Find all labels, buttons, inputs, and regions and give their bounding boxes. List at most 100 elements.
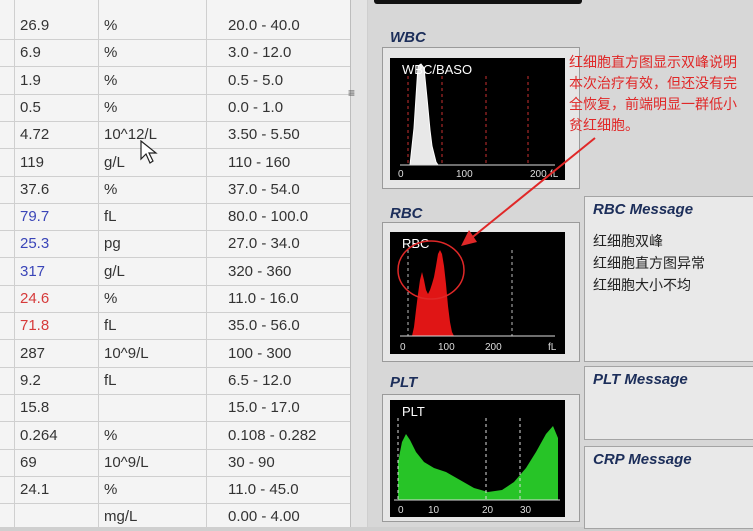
result-value: 119 <box>20 153 44 171</box>
reference-range: 11.0 - 45.0 <box>228 481 299 499</box>
table-row[interactable]: 287 10^9/L 100 - 300 <box>0 340 350 368</box>
plt-distribution <box>398 426 558 500</box>
plt-tick: 30 <box>520 505 532 516</box>
plt-histogram-label: PLT <box>402 404 425 419</box>
reference-range: 320 - 360 <box>228 262 292 280</box>
reference-range: 100 - 300 <box>228 344 292 362</box>
result-value: 79.7 <box>20 208 50 226</box>
result-value: 6.9 <box>20 44 41 62</box>
plt-section-title: PLT <box>390 374 418 391</box>
reference-range: 6.5 - 12.0 <box>228 371 292 389</box>
results-table: 26.9% 20.0 - 40.0 6.9% 3.0 - 12.0 1.9% 0.5 - … <box>0 0 350 531</box>
rbc-tick: 100 <box>438 342 455 353</box>
plt-tick: 10 <box>428 505 440 516</box>
annotation-text: 红细胞直方图显示双峰说明本次治疗有效，但还没有完全恢复，前端明显一群低小贫红细胞… <box>569 54 737 133</box>
result-value: 37.6 <box>20 180 50 198</box>
table-row[interactable]: 24.6% 11.0 - 16.0 <box>0 285 350 313</box>
rbc-unit: fL <box>548 342 557 353</box>
table-row[interactable]: 6.9% 3.0 - 12.0 <box>0 39 350 68</box>
table-row[interactable]: 4.72 10^12/L 3.50 - 5.50 <box>0 121 350 150</box>
table-row[interactable]: 9.2 fL 6.5 - 12.0 <box>0 367 350 395</box>
table-row[interactable]: 15.8 15.0 - 17.0 <box>0 394 350 423</box>
plt-histogram: PLT 0 10 20 30 <box>390 400 565 517</box>
reference-range: 27.0 - 34.0 <box>228 235 300 253</box>
result-unit: % <box>104 44 118 62</box>
reference-range: 30 - 90 <box>228 453 275 471</box>
result-value: 0.264 <box>20 426 58 444</box>
splitter-grip-icon[interactable]: ≡ <box>348 86 355 100</box>
mouse-cursor-icon <box>140 140 158 164</box>
table-row[interactable]: 0.264% 0.108 - 0.282 <box>0 422 350 450</box>
result-unit: % <box>104 290 118 307</box>
rbc-message-line: 红细胞大小不均 <box>593 277 691 293</box>
result-value: 9.2 <box>20 371 41 389</box>
reference-range: 11.0 - 16.0 <box>228 290 299 307</box>
wbc-distribution <box>404 63 439 166</box>
result-value: 26.9 <box>20 17 50 34</box>
result-unit: % <box>104 98 118 116</box>
table-row[interactable]: 37.6% 37.0 - 54.0 <box>0 176 350 204</box>
table-row[interactable]: 1.9% 0.5 - 5.0 <box>0 67 350 95</box>
result-value: 4.72 <box>20 126 50 144</box>
crp-message-title: CRP Message <box>593 451 692 468</box>
reference-range: 0.00 - 4.00 <box>228 508 300 526</box>
plt-message-title: PLT Message <box>593 371 688 388</box>
table-row[interactable]: 71.8 fL 35.0 - 56.0 <box>0 312 350 341</box>
table-scrollbar[interactable] <box>350 0 367 527</box>
result-unit: % <box>104 481 118 499</box>
reference-range: 0.0 - 1.0 <box>228 98 284 116</box>
table-row[interactable]: 69 10^9/L 30 - 90 <box>0 449 350 477</box>
wbc-section-title: WBC <box>390 29 426 46</box>
plt-message-box: PLT Message <box>584 366 753 440</box>
rbc-message-line: 红细胞直方图异常 <box>593 255 705 271</box>
result-unit: g/L <box>104 262 125 280</box>
rbc-tick: 200 <box>485 342 502 353</box>
reference-range: 3.0 - 12.0 <box>228 44 292 62</box>
result-unit: % <box>104 17 118 34</box>
reference-range: 3.50 - 5.50 <box>228 126 300 144</box>
reference-range: 15.0 - 17.0 <box>228 399 300 417</box>
rbc-message-box: RBC Message 红细胞双峰 红细胞直方图异常 红细胞大小不均 <box>584 196 753 362</box>
rbc-section-title: RBC <box>390 205 423 222</box>
reference-range: 80.0 - 100.0 <box>228 208 309 226</box>
table-row[interactable]: 24.1% 11.0 - 45.0 <box>0 476 350 505</box>
result-unit: fL <box>104 371 117 389</box>
top-frame <box>374 0 582 4</box>
result-value: 0.5 <box>20 98 41 116</box>
result-value: 71.8 <box>20 317 50 335</box>
reference-range: 35.0 - 56.0 <box>228 317 300 335</box>
plt-tick: 20 <box>482 505 494 516</box>
result-unit: % <box>104 71 118 89</box>
table-row[interactable]: 0.5% 0.0 - 1.0 <box>0 94 350 122</box>
table-row[interactable]: 317 g/L 320 - 360 <box>0 258 350 286</box>
rbc-tick: 0 <box>400 342 406 353</box>
result-value: 15.8 <box>20 399 50 417</box>
result-value: 1.9 <box>20 71 41 89</box>
rbc-message-title: RBC Message <box>593 201 694 218</box>
result-value: 69 <box>20 453 37 471</box>
crp-message-box: CRP Message <box>584 446 753 529</box>
result-unit: % <box>104 426 118 444</box>
result-value: 317 <box>20 262 46 280</box>
wbc-tick: 0 <box>398 169 404 180</box>
result-unit: % <box>104 180 118 198</box>
annotation-arrow-icon <box>461 137 596 246</box>
result-value: 24.1 <box>20 481 50 499</box>
result-value: 287 <box>20 344 46 362</box>
wbc-histogram-label: WBC/BASO <box>402 62 472 77</box>
reference-range: 0.108 - 0.282 <box>228 426 317 444</box>
reference-range: 0.5 - 5.0 <box>228 71 284 89</box>
result-value: 25.3 <box>20 235 50 253</box>
reference-range: 37.0 - 54.0 <box>228 180 300 198</box>
result-unit: 10^9/L <box>104 344 149 362</box>
table-row[interactable]: 26.9% 20.0 - 40.0 <box>0 12 350 40</box>
plt-tick: 0 <box>398 505 404 516</box>
result-value: 24.6 <box>20 290 50 307</box>
table-row[interactable]: 79.7 fL 80.0 - 100.0 <box>0 203 350 232</box>
result-unit: fL <box>104 208 117 226</box>
result-unit: pg <box>104 235 121 253</box>
reference-range: 110 - 160 <box>228 153 291 171</box>
table-row[interactable]: 119 g/L 110 - 160 <box>0 149 350 177</box>
result-unit: 10^9/L <box>104 453 149 471</box>
table-row[interactable]: 25.3 pg 27.0 - 34.0 <box>0 230 350 259</box>
